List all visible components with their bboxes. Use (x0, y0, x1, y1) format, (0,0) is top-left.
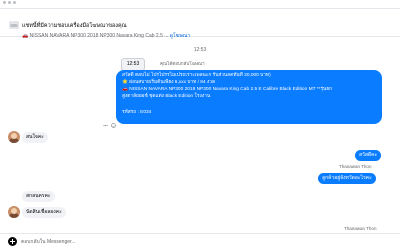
top-bar (0, 0, 400, 9)
thread-timestamp: 12:53 (193, 47, 207, 53)
message-line: รหัสรถ : E034 (122, 110, 152, 115)
outgoing-message: สวัสดีคะ (355, 150, 382, 161)
ad-banner-vehicle: NISSAN NAVARA NP300 2018 NP300 Navara Ki… (29, 33, 169, 39)
reply-input[interactable]: ตอบกลับใน Messenger... (21, 237, 391, 247)
message-line: สวัสดี ตอบไม่ ไปรไปรรไมเปรถเราะเพลนะก รั… (122, 73, 271, 78)
car-icon: 🚗 (22, 33, 29, 39)
outgoing-ad-message: สวัสดี ตอบไม่ ไปรไปรรไมเปรถเราะเพลนะก รั… (116, 70, 382, 124)
outgoing-message: ลูกค้าอยู่จังหวัดอะไรคะ (318, 173, 376, 184)
message-line: สูงตาลัยยอช์ ชุดแต่ง Black Edition โรงงา… (122, 94, 211, 99)
incoming-message: นัดสินเชื่อลองคะ (22, 207, 66, 218)
ad-banner-title: แชทนี้ที่มีความชอบเครื่องมือโฆษณาของคุณ (22, 23, 127, 29)
incoming-message: สนใจคะ (22, 132, 48, 143)
customer-avatar[interactable] (8, 131, 20, 143)
incoming-message: สกลนครคะ (22, 191, 55, 202)
add-icon[interactable] (8, 237, 17, 246)
ad-banner-subtitle: 🚗 NISSAN NAVARA NP300 2018 NP300 Navara … (22, 32, 190, 40)
ad-banner[interactable]: แชทนี้ที่มีความชอบเครื่องมือโฆษณาของคุณ … (0, 10, 400, 40)
message-line: 🚗 NISSAN NAVARA NP300 2018 NP300 Navara … (122, 87, 333, 92)
sender-name: Thanawan Thon (339, 164, 372, 169)
more-options-icon[interactable] (103, 115, 108, 133)
message-line: ⭐ ผ่อนสบายเริ่มต้นเพียง 6,xxx บาท / 84 ง… (122, 80, 216, 85)
reply-context-label: คุณได้ตอบกลับโฆษณา (160, 61, 205, 66)
more-icon[interactable] (3, 1, 16, 4)
view-ad-link[interactable]: ดูโฆษณา (170, 33, 190, 39)
react-icon[interactable] (111, 115, 116, 133)
message-actions (103, 115, 116, 133)
customer-avatar[interactable] (8, 206, 20, 218)
sender-name: Thanawan Thon (344, 226, 377, 231)
composer: ตอบกลับใน Messenger... (0, 233, 400, 251)
